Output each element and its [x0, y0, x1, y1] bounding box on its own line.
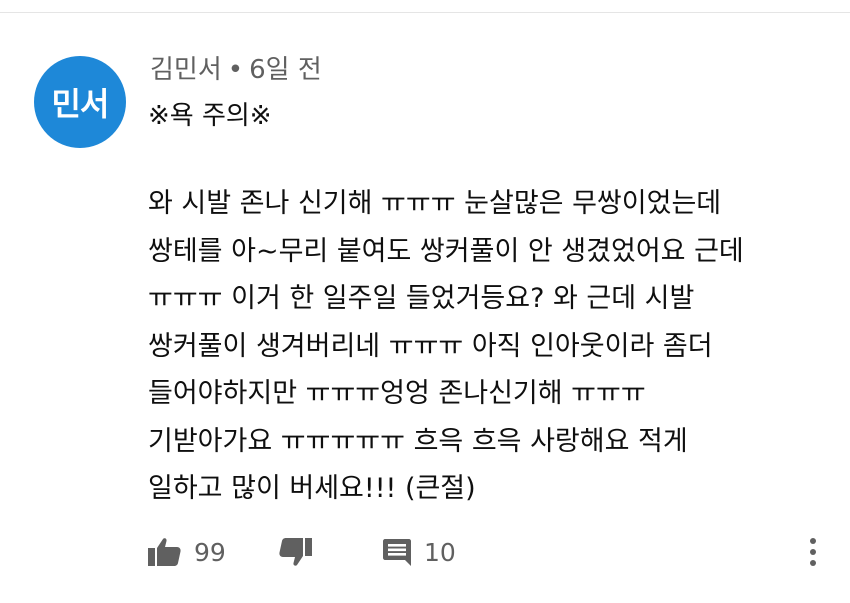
- dislike-button[interactable]: [278, 530, 312, 574]
- comment-warning: ※욕 주의※: [148, 101, 272, 131]
- like-count: 99: [194, 537, 226, 567]
- comment-body-line: 일하고 많이 버세요!!! (큰절): [148, 473, 476, 504]
- comment-body-line: 와 시발 존나 신기해 ㅠㅠㅠ 눈살많은 무쌍이었는데: [148, 188, 722, 219]
- avatar[interactable]: 민서: [34, 56, 126, 148]
- more-options-button[interactable]: [798, 530, 828, 574]
- comment-body: 와 시발 존나 신기해 ㅠㅠㅠ 눈살많은 무쌍이었는데 쌍테를 아~무리 붙여도…: [148, 180, 828, 513]
- comment-header: 김민서 • 6일 전: [150, 49, 322, 86]
- author-name[interactable]: 김민서: [150, 55, 222, 85]
- meta-separator: •: [227, 55, 244, 85]
- more-vert-icon: [808, 536, 818, 568]
- comment-body-line: ㅠㅠㅠ 이거 한 일주일 들었거등요? 와 근데 시발: [148, 283, 695, 314]
- avatar-text: 민서: [51, 85, 110, 123]
- comment-body-line: 들어야하지만 ㅠㅠㅠ엉엉 존나신기해 ㅠㅠㅠ: [148, 378, 646, 409]
- like-button[interactable]: 99: [148, 530, 226, 574]
- reply-button[interactable]: 10: [382, 530, 456, 574]
- comment-body-line: 쌍커풀이 생겨버리네 ㅠㅠㅠ 아직 인아웃이라 좀더: [148, 330, 713, 362]
- reply-count: 10: [424, 537, 456, 567]
- comment-body-line: 쌍테를 아~무리 붙여도 쌍커풀이 안 생겼었어요 근데: [148, 235, 744, 267]
- comment-actions: 99 10: [148, 530, 838, 574]
- comment-body-line: 기받아가요 ㅠㅠㅠㅠㅠ 흐윽 흐윽 사랑해요 적게: [148, 425, 688, 457]
- thumbs-down-icon: [278, 537, 312, 567]
- thumbs-up-icon: [148, 537, 182, 567]
- comment-thread: 민서 김민서 • 6일 전 ※욕 주의※ 와 시발 존나 신기해 ㅠㅠㅠ 눈살많은 …: [0, 12, 850, 603]
- comment-icon: [382, 537, 412, 567]
- comment-time[interactable]: 6일 전: [249, 55, 322, 85]
